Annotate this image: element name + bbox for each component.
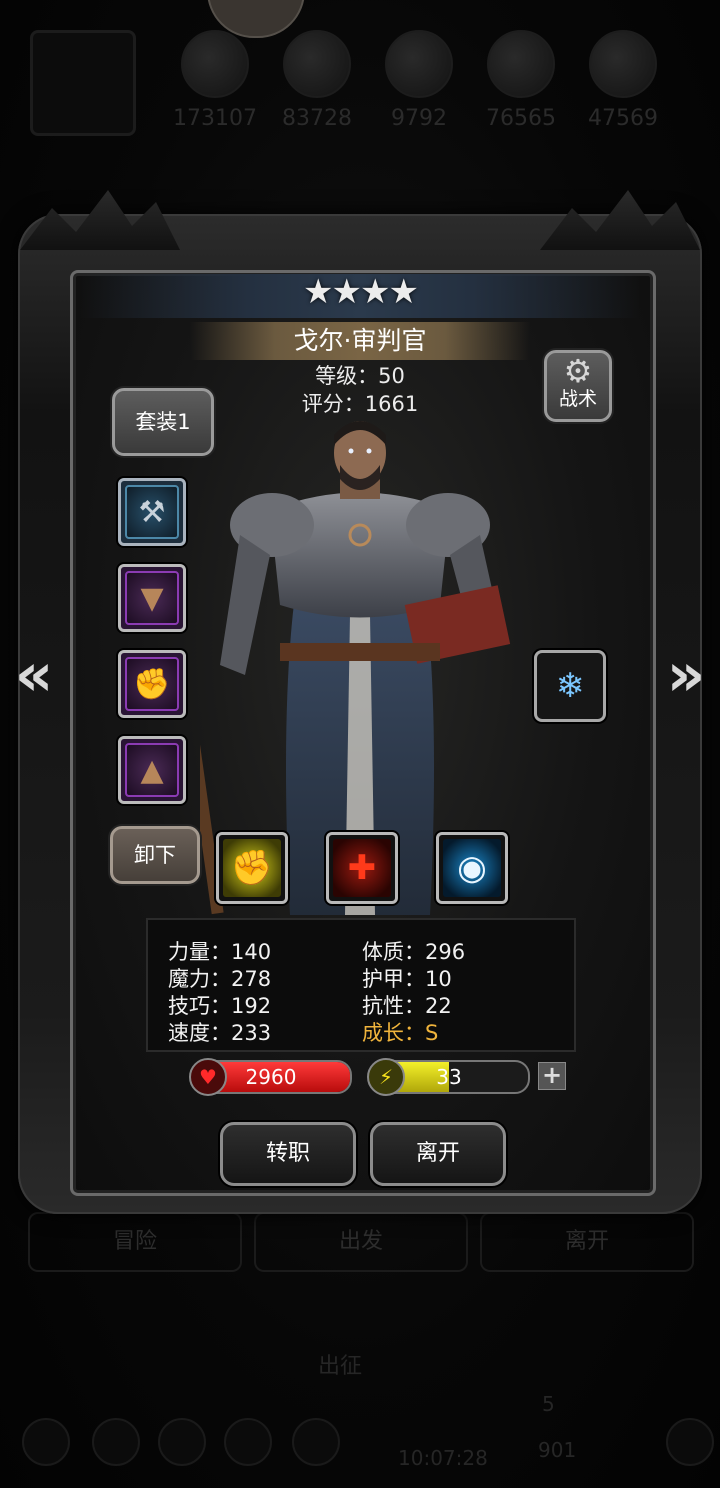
resource-bar: 173107 83728 9792 76565 47569	[170, 30, 710, 140]
tab-leave: 离开	[480, 1212, 694, 1272]
resource-item: 47569	[578, 30, 668, 131]
stats-panel: 力量：140 魔力：278 技巧：192 速度：233 体质：296 护甲：10…	[146, 918, 576, 1052]
add-energy-button[interactable]: +	[538, 1062, 566, 1090]
lightning-icon: ⚡	[367, 1058, 405, 1096]
hero-name: 戈尔·审判官	[293, 326, 427, 355]
resource-icon	[487, 30, 555, 98]
stat-speed: 速度：233	[168, 1021, 272, 1045]
skill-heal[interactable]: ✚	[326, 832, 398, 904]
red-cross-icon: ✚	[333, 839, 391, 897]
gear-icon: ⚙	[563, 352, 593, 390]
next-hero-arrow-icon[interactable]: »	[660, 640, 712, 710]
skill-fist[interactable]: ✊	[216, 832, 288, 904]
bottom-icon	[158, 1418, 206, 1466]
resource-icon	[181, 30, 249, 98]
heart-icon: ♥	[189, 1058, 227, 1096]
resource-item: 83728	[272, 30, 362, 131]
crystal-icon: ❄	[555, 666, 585, 706]
resource-icon	[589, 30, 657, 98]
resource-icon	[283, 30, 351, 98]
resource-value: 76565	[486, 106, 556, 131]
equipment-set-button[interactable]: 套装1	[112, 388, 214, 456]
eye-icon: ◉	[443, 839, 501, 897]
fist-icon: ✊	[223, 839, 281, 897]
bottom-icon	[292, 1418, 340, 1466]
resource-value: 173107	[173, 106, 257, 131]
resource-item: 9792	[374, 30, 464, 131]
stat-resistance: 抗性：22	[362, 994, 452, 1018]
prev-hero-arrow-icon[interactable]: «	[8, 640, 60, 710]
cape-slot[interactable]: ▲	[118, 736, 186, 804]
unequip-button[interactable]: 卸下	[110, 826, 200, 884]
count-b: 901	[538, 1438, 577, 1462]
hero-level: 等级：50	[315, 364, 405, 388]
cape-icon: ▲	[125, 743, 179, 797]
hero-score: 评分：1661	[301, 392, 419, 416]
count-a: 5	[542, 1392, 555, 1416]
leave-button[interactable]: 离开	[370, 1122, 506, 1186]
change-job-button[interactable]: 转职	[220, 1122, 356, 1186]
timer-text: 10:07:28	[398, 1446, 488, 1470]
resource-icon	[385, 30, 453, 98]
accessory-slot[interactable]: ❄	[534, 650, 606, 722]
star-rating: ★★★★	[303, 272, 419, 312]
resource-item: 173107	[170, 30, 260, 131]
skill-eye[interactable]: ◉	[436, 832, 508, 904]
stat-skill: 技巧：192	[168, 994, 272, 1018]
tab-adventure: 冒险	[28, 1212, 242, 1272]
bottom-icon	[92, 1418, 140, 1466]
gloves-slot[interactable]: ✊	[118, 650, 186, 718]
tactics-label: 战术	[558, 388, 597, 410]
cloak-icon: ▼	[125, 571, 179, 625]
stat-magic: 魔力：278	[168, 967, 272, 991]
stat-strength: 力量：140	[168, 940, 272, 964]
bottom-icon	[224, 1418, 272, 1466]
resource-item: 76565	[476, 30, 566, 131]
bottom-icon	[666, 1418, 714, 1466]
armor-slot[interactable]: ▼	[118, 564, 186, 632]
tactics-button[interactable]: ⚙ 战术	[544, 350, 612, 422]
stat-growth: 成长：S	[362, 1021, 439, 1045]
player-portrait	[30, 30, 136, 136]
resource-value: 9792	[391, 106, 447, 131]
tab-depart: 出发	[254, 1212, 468, 1272]
stat-armor: 护甲：10	[362, 967, 452, 991]
bottom-icon	[22, 1418, 70, 1466]
hammer-icon: ⚒	[125, 485, 179, 539]
gauntlet-icon: ✊	[125, 657, 179, 711]
resource-value: 83728	[282, 106, 352, 131]
resource-value: 47569	[588, 106, 658, 131]
stat-constitution: 体质：296	[362, 940, 466, 964]
weapon-slot[interactable]: ⚒	[118, 478, 186, 546]
expedition-label: 出征	[318, 1354, 363, 1379]
